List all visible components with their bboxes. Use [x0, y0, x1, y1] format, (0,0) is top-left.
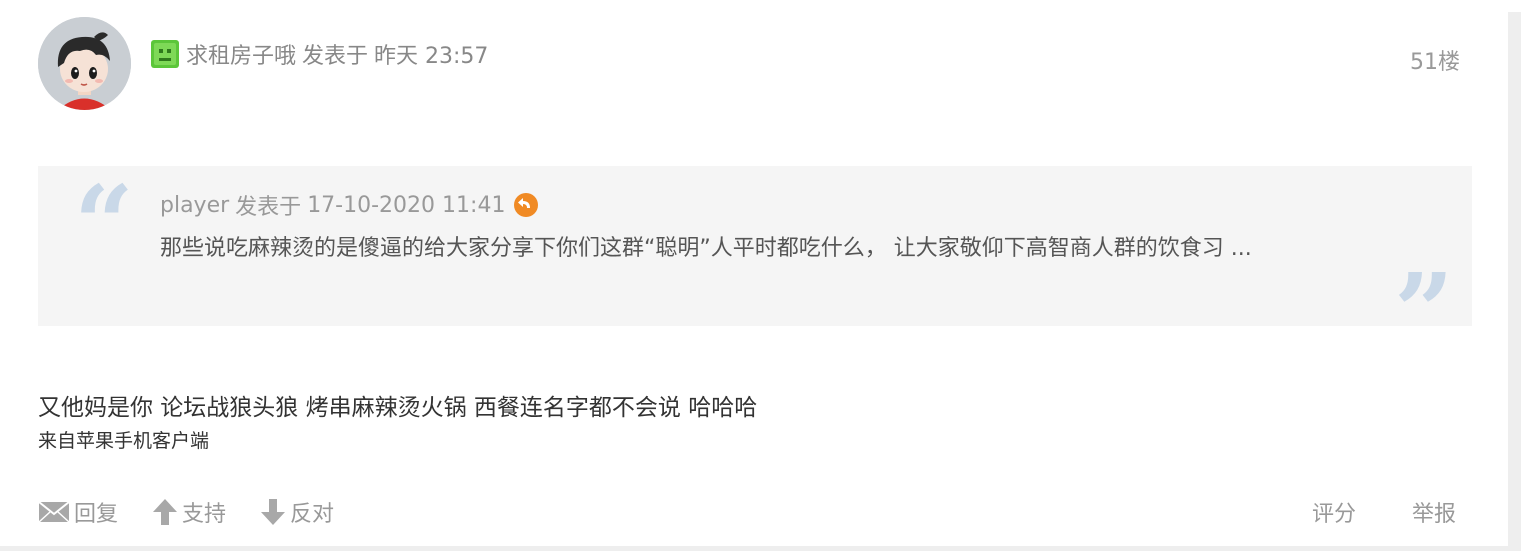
arrow-down-icon — [260, 498, 286, 526]
envelope-icon — [38, 500, 70, 524]
green-face-icon — [150, 39, 180, 69]
client-source: 来自苹果手机客户端 — [38, 430, 210, 452]
quote-text: 那些说吃麻辣烫的是傻逼的给大家分享下你们这群“聪明”人平时都吃什么， 让大家敬仰… — [160, 236, 1252, 261]
arrow-up-icon — [152, 498, 178, 526]
oppose-button[interactable]: 反对 — [260, 496, 334, 528]
close-quote-icon: ” — [1394, 250, 1454, 373]
reply-button[interactable]: 回复 — [38, 496, 118, 528]
post-author-link[interactable]: 求租房子哦 — [186, 38, 296, 70]
support-button[interactable]: 支持 — [152, 496, 226, 528]
post-page: 求租房子哦 发表于 昨天 23:57 51楼 “ ” player 发表于 17… — [0, 0, 1521, 551]
post-header: 求租房子哦 发表于 昨天 23:57 — [150, 38, 488, 70]
quote-time: 17-10-2020 11:41 — [307, 192, 506, 218]
cartoon-face-icon — [38, 17, 131, 110]
floor-number[interactable]: 51楼 — [1390, 44, 1460, 76]
rate-button[interactable]: 评分 — [1312, 496, 1356, 528]
quote-meta: player 发表于 17-10-2020 11:41 — [160, 188, 539, 222]
support-label: 支持 — [182, 502, 227, 527]
post-time: 昨天 23:57 — [374, 44, 489, 69]
bottom-divider — [0, 546, 1521, 551]
quote-time-label: 发表于 — [235, 195, 302, 220]
post-time-label: 发表于 — [302, 44, 369, 69]
oppose-label: 反对 — [290, 502, 335, 527]
jump-to-post-icon[interactable] — [513, 192, 539, 218]
post-actions: 回复 支持 反对 — [38, 494, 368, 530]
quote-block: “ ” player 发表于 17-10-2020 11:41 那些说吃麻辣烫的… — [38, 162, 1472, 364]
report-button[interactable]: 举报 — [1412, 496, 1456, 528]
post-message: 又他妈是你 论坛战狼头狼 烤串麻辣烫火锅 西餐连名字都不会说 哈哈哈 — [38, 395, 758, 421]
reply-label: 回复 — [74, 502, 119, 527]
post-actions-right: 评分 举报 — [1312, 494, 1456, 530]
avatar[interactable] — [38, 17, 131, 110]
quote-author: player — [160, 192, 230, 218]
scrollbar-track — [1508, 12, 1521, 551]
open-quote-icon: “ — [74, 162, 134, 285]
